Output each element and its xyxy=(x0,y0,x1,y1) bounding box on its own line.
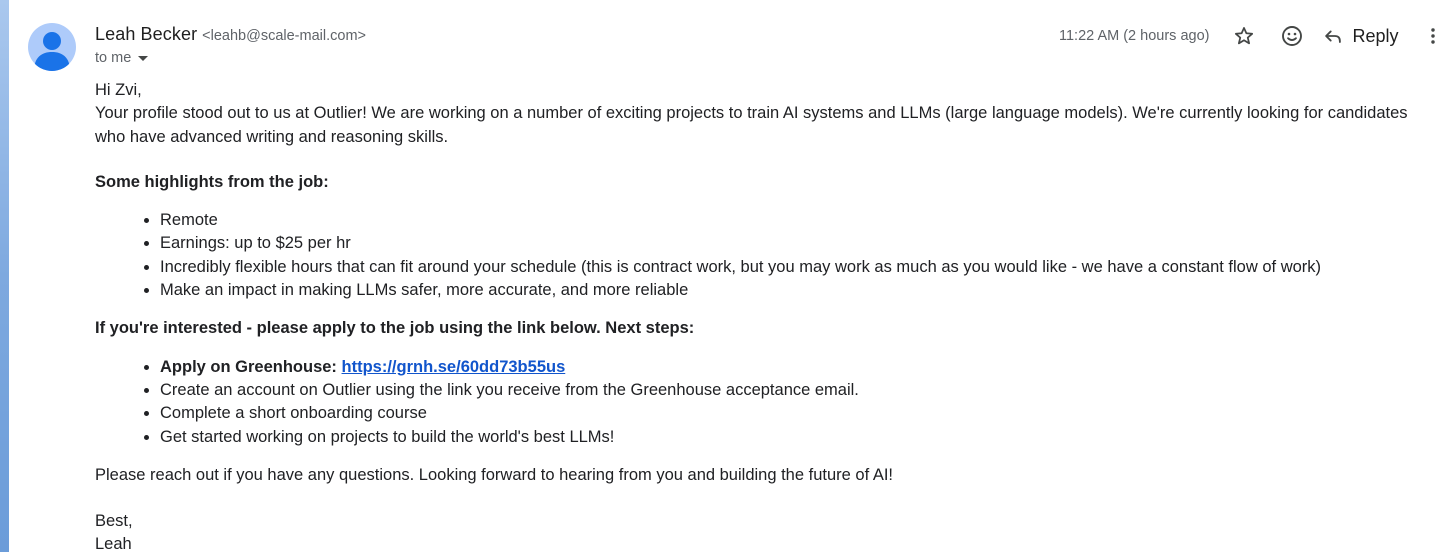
recipient-details[interactable]: to me xyxy=(95,50,149,66)
reply-icon xyxy=(1325,30,1342,43)
steps-list: Apply on Greenhouse: https://grnh.se/60d… xyxy=(95,356,1415,449)
sender-avatar[interactable] xyxy=(28,23,76,71)
signoff: Best, xyxy=(95,512,133,531)
recipient-label: to me xyxy=(95,50,132,66)
message-actions: 11:22 AM (2 hours ago) Reply xyxy=(1059,22,1447,50)
more-vert-icon[interactable] xyxy=(1419,22,1447,50)
intro-paragraph: Your profile stood out to us at Outlier!… xyxy=(95,104,1408,146)
reply-button[interactable]: Reply xyxy=(1322,25,1399,47)
list-item: Create an account on Outlier using the l… xyxy=(160,379,1415,402)
signature: Leah xyxy=(95,535,132,554)
greenhouse-link[interactable]: https://grnh.se/60dd73b55us xyxy=(342,358,566,376)
window-edge xyxy=(0,0,9,552)
list-item: Apply on Greenhouse: https://grnh.se/60d… xyxy=(160,356,1415,379)
sender-name[interactable]: Leah Becker xyxy=(95,24,197,45)
list-item: Get started working on projects to build… xyxy=(160,426,1415,449)
highlights-list: Remote Earnings: up to $25 per hr Incred… xyxy=(95,209,1415,302)
list-item: Remote xyxy=(160,209,1415,232)
star-icon[interactable] xyxy=(1230,22,1258,50)
list-item: Make an impact in making LLMs safer, mor… xyxy=(160,279,1415,302)
message-body: Hi Zvi, Your profile stood out to us at … xyxy=(95,79,1415,557)
greeting: Hi Zvi, xyxy=(95,81,142,99)
timestamp: 11:22 AM (2 hours ago) xyxy=(1059,28,1210,44)
apply-label: Apply on Greenhouse: xyxy=(160,357,342,376)
highlights-heading: Some highlights from the job: xyxy=(95,172,329,191)
closing-paragraph: Please reach out if you have any questio… xyxy=(95,465,894,484)
emoji-icon[interactable] xyxy=(1278,22,1306,50)
sender-line: Leah Becker <leahb@scale-mail.com> xyxy=(95,24,366,48)
chevron-down-icon[interactable] xyxy=(138,56,149,61)
list-item: Incredibly flexible hours that can fit a… xyxy=(160,256,1415,279)
person-icon xyxy=(34,32,70,71)
list-item: Earnings: up to $25 per hr xyxy=(160,232,1415,255)
reply-label: Reply xyxy=(1352,25,1399,46)
sender-email: <leahb@scale-mail.com> xyxy=(202,28,366,44)
next-steps-heading: If you're interested - please apply to t… xyxy=(95,319,695,338)
list-item: Complete a short onboarding course xyxy=(160,402,1415,425)
